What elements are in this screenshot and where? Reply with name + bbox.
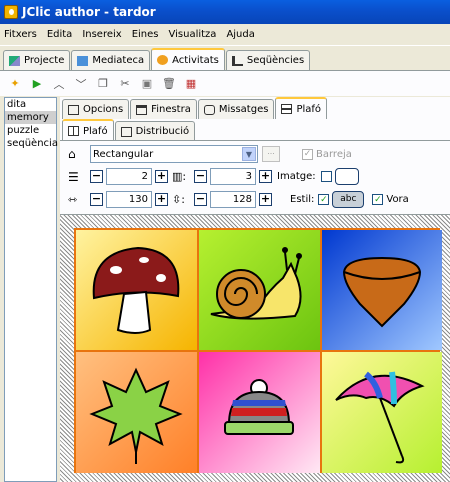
tab-activitats[interactable]: Activitats xyxy=(151,48,225,70)
paste-icon[interactable]: ▣ xyxy=(140,77,154,91)
main-tabs: Projecte Mediateca Activitats Seqüències xyxy=(0,48,450,70)
rows-increase-button[interactable]: + xyxy=(155,170,168,183)
tab-missatges[interactable]: Missatges xyxy=(197,99,275,119)
tile-snail[interactable] xyxy=(199,230,320,350)
cols-decrease-button[interactable]: − xyxy=(194,170,207,183)
new-activity-icon[interactable]: ✦ xyxy=(8,77,22,91)
board-settings: ⌂ Rectangular ▼ ... ✓ Barreja ☰ − 2 + ▥:… xyxy=(60,140,450,214)
cut-icon[interactable]: ✂ xyxy=(118,77,132,91)
width-input[interactable]: 130 xyxy=(106,191,152,208)
window-icon xyxy=(136,104,148,115)
inner-tabs: Plafó Distribució xyxy=(62,119,196,141)
snail-icon xyxy=(210,247,302,320)
app-icon xyxy=(4,5,18,19)
width-increase-button[interactable]: + xyxy=(155,193,168,206)
cols-increase-button[interactable]: + xyxy=(259,170,272,183)
list-item[interactable]: puzzle xyxy=(5,124,56,137)
height-icon: ⇳: xyxy=(172,193,185,206)
shape-more-button[interactable]: ... xyxy=(262,146,280,162)
rows-icon: ☰ xyxy=(68,169,79,184)
list-item[interactable]: seqüència xyxy=(5,137,58,150)
menu-visualitza[interactable]: Visualitza xyxy=(169,29,217,40)
shape-select[interactable]: Rectangular ▼ xyxy=(90,145,258,163)
activity-list: dita memory puzzle seqüència xyxy=(4,97,58,482)
image-color-button[interactable] xyxy=(334,168,359,185)
image-checkbox[interactable] xyxy=(320,171,332,182)
tab-plafo[interactable]: Plafó xyxy=(275,97,328,119)
hat-icon xyxy=(224,379,294,435)
grid-icon xyxy=(68,126,79,136)
grid-row: ☰ − 2 + ▥: − 3 + Imatge: xyxy=(68,168,359,185)
layout-icon xyxy=(120,126,132,137)
title-bar: JClic author - tardor xyxy=(0,0,450,24)
chevron-down-icon[interactable]: ▼ xyxy=(242,147,256,161)
options-icon xyxy=(68,104,79,115)
height-increase-button[interactable]: + xyxy=(259,193,272,206)
cols-icon: ▥: xyxy=(172,170,187,183)
messages-icon xyxy=(203,104,215,115)
move-down-icon[interactable]: ﹀ xyxy=(74,77,88,91)
shape-icon: ⌂ xyxy=(68,147,76,161)
toolbar: ✦ ▶ ︿ ﹀ ❐ ✂ ▣ 🗑 ▦ xyxy=(0,70,450,96)
list-item[interactable]: dita xyxy=(5,98,56,111)
tile-hat[interactable] xyxy=(199,352,320,473)
activities-icon xyxy=(157,55,169,65)
border-label: Vora xyxy=(386,194,409,205)
sub-tabs: Opcions Finestra Missatges Plafó xyxy=(60,97,328,119)
sequences-icon xyxy=(231,55,243,66)
rows-decrease-button[interactable]: − xyxy=(90,170,103,183)
shape-row: ⌂ Rectangular ▼ ... ✓ Barreja xyxy=(68,145,352,163)
window-title: JClic author - tardor xyxy=(22,5,156,19)
menu-insereix[interactable]: Insereix xyxy=(82,29,121,40)
chestnut-icon xyxy=(342,256,422,328)
tile-mushroom[interactable] xyxy=(76,230,197,350)
move-up-icon[interactable]: ︿ xyxy=(52,77,66,91)
tile-chestnut[interactable] xyxy=(322,230,442,350)
memory-board[interactable] xyxy=(74,228,442,473)
tab-plafo-inner[interactable]: Plafó xyxy=(62,119,114,141)
delete-icon[interactable]: 🗑 xyxy=(162,77,176,91)
menu-bar: Fitxers Edita Insereix Eines Visualitza … xyxy=(0,24,450,46)
tab-sequencies[interactable]: Seqüències xyxy=(225,50,311,70)
play-icon[interactable]: ▶ xyxy=(30,77,44,91)
border-checkbox[interactable]: ✓ xyxy=(372,194,384,205)
menu-ajuda[interactable]: Ajuda xyxy=(226,29,254,40)
size-row: ⇿ − 130 + ⇳: − 128 + Estil: ✓ abc ✓ Vora xyxy=(68,191,409,208)
board-icon xyxy=(281,104,293,114)
project-icon xyxy=(9,55,20,66)
umbrella-icon xyxy=(335,371,425,464)
cols-input[interactable]: 3 xyxy=(210,168,256,185)
media-icon xyxy=(77,55,89,66)
tile-umbrella[interactable] xyxy=(322,352,442,473)
style-button[interactable]: abc xyxy=(332,191,365,208)
style-checkbox[interactable]: ✓ xyxy=(318,194,330,205)
tab-finestra[interactable]: Finestra xyxy=(130,99,197,119)
menu-fitxers[interactable]: Fitxers xyxy=(4,29,37,40)
barreja-label: Barreja xyxy=(316,148,352,160)
mushroom-icon xyxy=(92,246,180,334)
tab-opcions[interactable]: Opcions xyxy=(62,99,130,119)
menu-edita[interactable]: Edita xyxy=(47,29,73,40)
width-decrease-button[interactable]: − xyxy=(90,193,103,206)
tab-projecte[interactable]: Projecte xyxy=(3,50,71,70)
rows-input[interactable]: 2 xyxy=(106,168,152,185)
height-input[interactable]: 128 xyxy=(210,191,256,208)
tab-distribucio[interactable]: Distribució xyxy=(114,121,196,141)
leaf-icon xyxy=(89,367,183,464)
menu-eines[interactable]: Eines xyxy=(132,29,159,40)
tile-leaf[interactable] xyxy=(76,352,197,473)
image-label: Imatge: xyxy=(277,171,316,182)
height-decrease-button[interactable]: − xyxy=(194,193,207,206)
tab-mediateca[interactable]: Mediateca xyxy=(71,50,151,70)
grid-icon[interactable]: ▦ xyxy=(184,77,198,91)
style-label: Estil: xyxy=(290,194,315,205)
copy-icon[interactable]: ❐ xyxy=(96,77,110,91)
width-icon: ⇿ xyxy=(68,193,78,206)
list-item[interactable]: memory xyxy=(5,111,56,124)
barreja-checkbox[interactable]: ✓ xyxy=(302,148,313,160)
